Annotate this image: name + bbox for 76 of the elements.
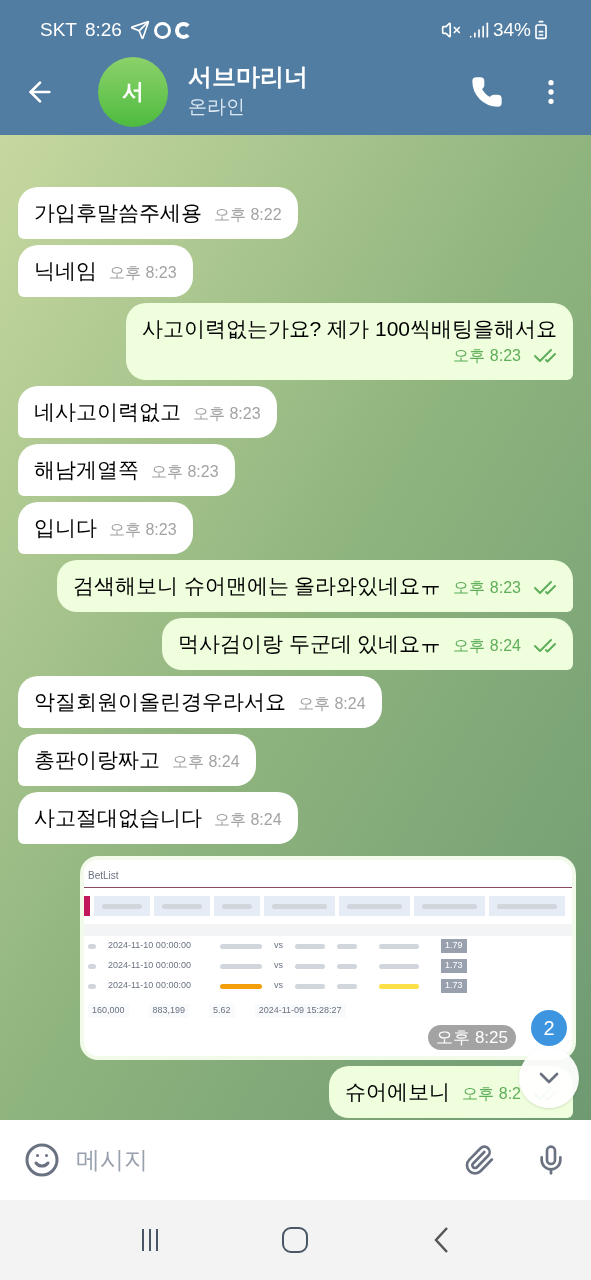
home-icon[interactable] xyxy=(282,1227,309,1253)
emoji-button[interactable] xyxy=(24,1142,60,1178)
blurred-text xyxy=(272,903,327,909)
mute-icon xyxy=(440,20,461,40)
summary-value: 160,000 xyxy=(88,1004,129,1018)
blurred-text xyxy=(379,963,419,969)
blurred-text xyxy=(379,983,419,989)
message-time: 오후 8:23 xyxy=(109,263,177,283)
summary-value: 5.62 xyxy=(209,1004,235,1018)
message-text: 입니다 xyxy=(34,515,97,541)
blurred-text xyxy=(337,943,357,949)
message-time: 오후 8:23 xyxy=(193,404,261,424)
blurred-text xyxy=(222,903,252,909)
blurred-text xyxy=(295,943,325,949)
message-text: 슈어에보니 xyxy=(345,1079,451,1105)
blurred-text xyxy=(337,983,357,989)
message-time: 오후 8:23 xyxy=(453,346,521,366)
online-status: 온라인 xyxy=(188,95,246,120)
signal-icon xyxy=(468,20,489,40)
row-date: 2024-11-10 00:00:00 xyxy=(108,959,192,973)
odds-badge: 1.73 xyxy=(441,979,467,993)
row-date: 2024-11-10 00:00:00 xyxy=(108,979,192,993)
message-text: 사고절대없습니다 xyxy=(34,805,202,831)
blurred-text xyxy=(337,963,357,969)
battery-percent: 34% xyxy=(492,17,531,42)
blurred-text xyxy=(379,943,419,949)
message-text: 먹사검이랑 두군데 있네요ㅠ xyxy=(177,631,442,657)
chat-title: 서브마리너 xyxy=(188,62,308,93)
message-text: 악질회원이올린경우라서요 xyxy=(34,689,286,715)
blurred-text xyxy=(497,903,557,909)
message-text: 가입후말씀주세용 xyxy=(34,200,202,226)
blurred-text xyxy=(88,943,96,949)
back-icon[interactable] xyxy=(432,1226,449,1254)
blurred-text xyxy=(162,903,202,909)
blurred-text xyxy=(422,903,477,909)
blurred-text xyxy=(295,983,325,989)
screenshot-title: BetList xyxy=(88,870,119,881)
odds-badge: 1.73 xyxy=(441,959,467,973)
message-time: 오후 8:24 xyxy=(214,810,282,830)
row-vs: vs xyxy=(274,959,283,973)
blurred-text xyxy=(88,963,96,969)
status-icon xyxy=(153,21,171,39)
recent-apps-icon[interactable] xyxy=(142,1229,159,1251)
attach-button[interactable] xyxy=(463,1144,495,1176)
message-time: 오후 8:22 xyxy=(214,205,282,225)
message-text: 사고이력없는가요? 제가 100씩배팅을해서요 xyxy=(141,316,557,342)
row-vs: vs xyxy=(274,979,283,993)
summary-value: 883,199 xyxy=(148,1004,190,1018)
odds-badge: 1.79 xyxy=(441,939,467,953)
blurred-text xyxy=(347,903,402,909)
message-text: 해남게열쪽 xyxy=(34,457,139,483)
clock: 8:26 xyxy=(84,17,122,42)
message-time: 오후 8:2 xyxy=(462,1084,521,1104)
message-time: 오후 8:23 xyxy=(453,578,521,598)
row-date: 2024-11-10 00:00:00 xyxy=(108,939,192,953)
message-text: 검색해보니 슈어맨에는 올라와있네요ㅠ xyxy=(72,573,442,599)
row-vs: vs xyxy=(274,939,283,953)
message-time: 오후 8:24 xyxy=(298,694,366,714)
avatar: 서 xyxy=(98,56,168,127)
message-text: 네사고이력없고 xyxy=(34,399,181,425)
message-text: 총판이랑짜고 xyxy=(34,747,160,773)
blurred-text xyxy=(102,903,142,909)
g-icon xyxy=(174,21,192,39)
summary-value: 2024-11-09 15:28:27 xyxy=(254,1004,346,1018)
message-time: 오후 8:24 xyxy=(453,636,521,656)
message-text: 닉네임 xyxy=(34,258,97,284)
blurred-text xyxy=(295,963,325,969)
message-input[interactable]: 메시지 xyxy=(76,1142,447,1178)
message-time: 오후 8:24 xyxy=(172,752,240,772)
message-time: 오후 8:23 xyxy=(109,520,177,540)
call-button[interactable] xyxy=(471,75,503,108)
message-time: 오후 8:23 xyxy=(151,462,219,482)
tab-marker xyxy=(84,896,90,916)
carrier-label: SKT xyxy=(40,17,77,42)
blurred-text xyxy=(88,983,96,989)
send-icon xyxy=(129,20,150,40)
